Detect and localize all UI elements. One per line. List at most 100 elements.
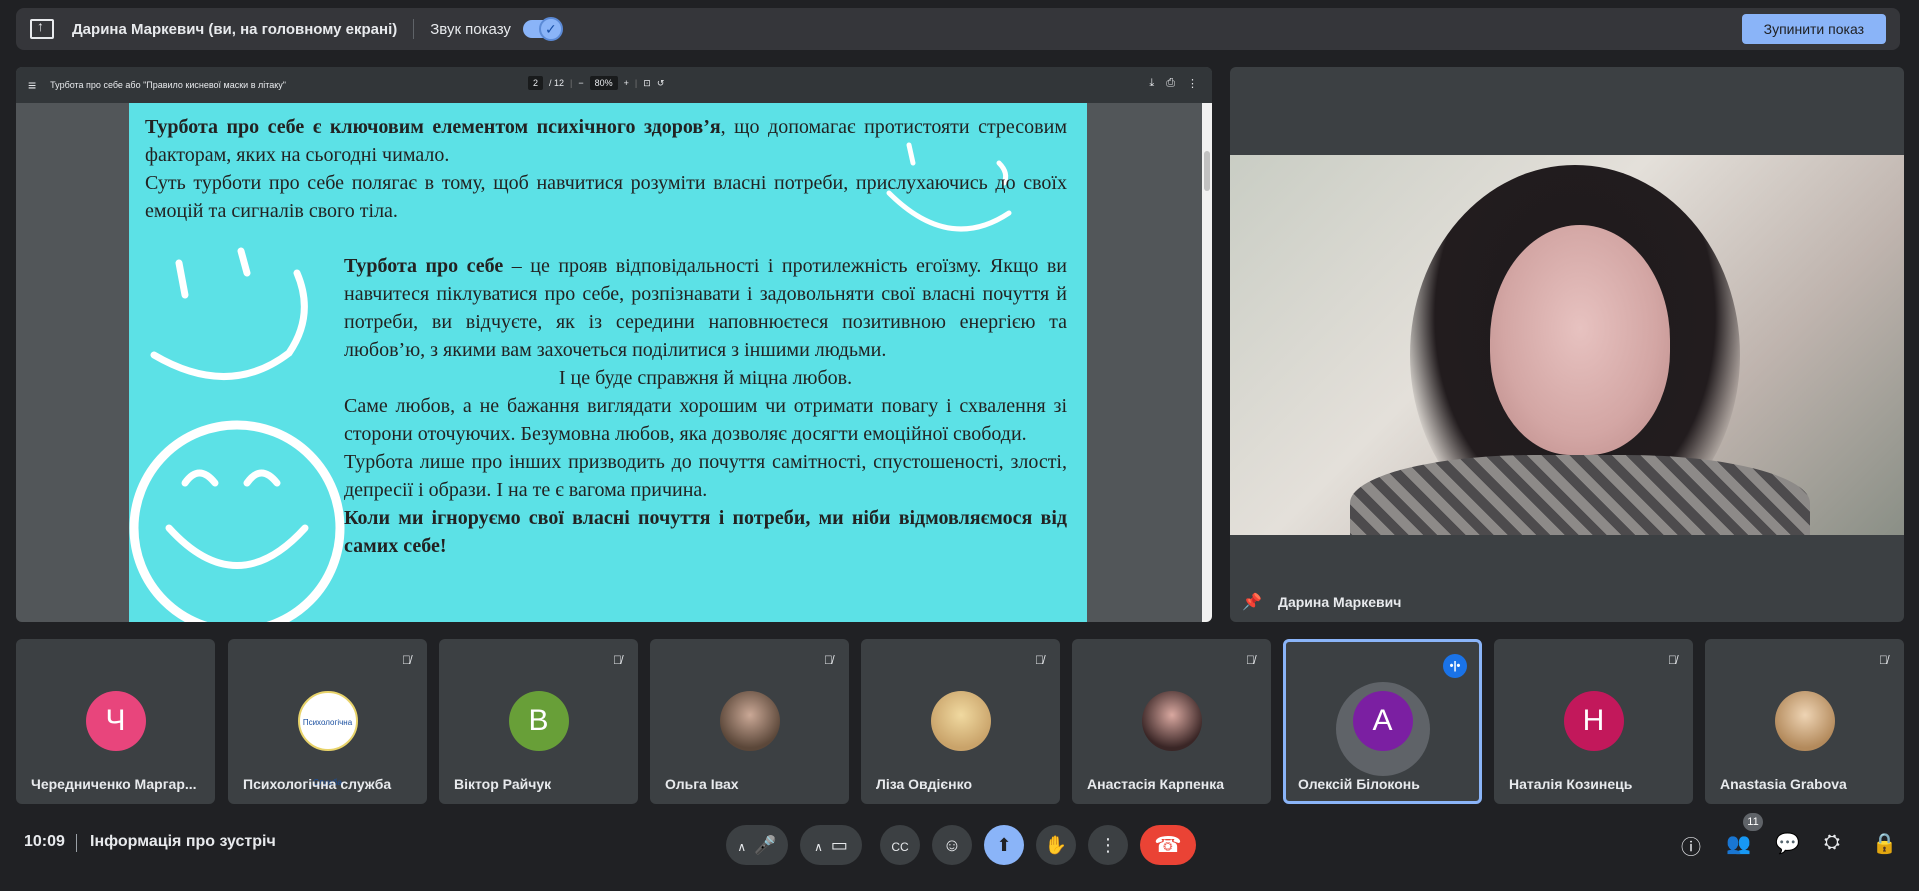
paragraph-3: Турбота про себе – це прояв відповідальн… <box>344 252 1067 364</box>
fit-page-icon[interactable]: ⊡ <box>643 78 651 89</box>
pin-icon[interactable]: 📌 <box>1242 592 1262 612</box>
video-shirt <box>1350 455 1810 535</box>
pdf-doc-title: Турбота про себе або "Правило кисневої м… <box>50 80 286 90</box>
mic-off-icon: 🎙̸ <box>1668 653 1677 667</box>
speaker-video <box>1230 155 1904 535</box>
smiley-bottom-eye <box>243 469 281 487</box>
bottom-control-bar: 10:09 Інформація про зустріч ∧ 🎤 ∧ ▭ CC ☺ … <box>0 815 1919 873</box>
captions-button[interactable]: CC <box>880 825 920 865</box>
stop-presenting-button[interactable]: Зупинити показ <box>1741 14 1886 44</box>
participant-name: Анастасія Карпенка <box>1087 776 1225 792</box>
sound-toggle[interactable]: ✓ <box>522 17 563 41</box>
more-options-button[interactable]: ⋮ <box>1088 825 1128 865</box>
paragraph-5: Турбота лише про інших призводить до поч… <box>344 451 1067 501</box>
info-icon[interactable]: ⓘ <box>1681 831 1701 860</box>
microphone-icon: 🎤 <box>754 835 777 855</box>
chevron-up-icon[interactable]: ∧ <box>814 840 823 854</box>
pdf-viewer: ≡ Турбота про себе або "Правило кисневої… <box>16 67 1212 622</box>
page-number-input[interactable]: 2 <box>528 76 544 90</box>
sound-label: Звук показу <box>430 20 511 38</box>
participant-tile[interactable]: 🎙̸ Ольга Івах <box>650 639 849 804</box>
camera-icon: ▭ <box>830 835 848 855</box>
smiley-left-eye <box>237 247 251 277</box>
camera-button[interactable]: ∧ ▭ <box>800 825 862 865</box>
mic-off-icon: 🎙̸ <box>1246 653 1255 667</box>
participant-name: Anastasia Grabova <box>1720 776 1847 792</box>
presenter-title: Дарина Маркевич (ви, на головному екрані… <box>72 20 398 38</box>
speaking-indicator-icon: •|• <box>1443 654 1467 678</box>
more-vert-icon: ⋮ <box>1099 835 1117 855</box>
avatar: Ч <box>85 691 146 751</box>
paragraph-1-bold: Турбота про себе є ключовим елементом пс… <box>145 116 721 138</box>
smiley-bottom-mouth <box>165 524 309 569</box>
more-options-icon[interactable]: ⋮ <box>1187 77 1198 90</box>
participant-tile[interactable]: 🎙̸ В Віктор Райчук <box>439 639 638 804</box>
avatar: В <box>508 691 569 751</box>
pdf-text-top: Турбота про себе є ключовим елементом пс… <box>145 113 1067 225</box>
participant-name: Олексій Білоконь <box>1298 776 1420 792</box>
participant-name: Чередниченко Маргар... <box>31 776 197 792</box>
paragraph-6: Коли ми ігноруємо свої власні почуття і … <box>344 504 1067 560</box>
chevron-up-icon[interactable]: ∧ <box>737 840 746 854</box>
paragraph-4: Саме любов, а не бажання виглядати хорош… <box>344 395 1067 445</box>
mic-off-icon: 🎙̸ <box>1879 653 1888 667</box>
participant-strip: Ч Чередниченко Маргар... 🎙̸ Психологічна… <box>16 639 1904 804</box>
participant-name: Ліза Овдієнко <box>876 776 972 792</box>
center-line: І це буде справжня й міцна любов. <box>558 367 853 389</box>
paragraph-3-bold: Турбота про себе <box>344 255 504 277</box>
smiley-bottom-face <box>129 420 345 622</box>
zoom-level-input[interactable]: 80% <box>589 76 618 90</box>
participant-name: Віктор Райчук <box>454 776 552 792</box>
print-icon[interactable]: ⎙ <box>1166 77 1175 90</box>
page-total: / 12 <box>549 78 565 88</box>
participant-tile-active-speaker[interactable]: •|• А Олексій Білоконь <box>1283 639 1482 804</box>
participant-name: Наталія Козинець <box>1509 776 1633 792</box>
speaker-tile[interactable]: 📌 Дарина Маркевич <box>1230 67 1904 622</box>
pdf-page: Турбота про себе є ключовим елементом пс… <box>129 103 1087 622</box>
divider <box>413 19 415 39</box>
scrollbar-thumb[interactable] <box>1204 151 1210 191</box>
pdf-text-body: Турбота про себе – це прояв відповідальн… <box>344 252 1067 560</box>
present-now-button[interactable]: ⬆ <box>984 825 1024 865</box>
participant-tile[interactable]: 🎙̸ Ліза Овдієнко <box>861 639 1060 804</box>
host-controls-icon[interactable]: 🔒 <box>1872 831 1897 856</box>
zoom-out-icon[interactable]: − <box>578 78 583 88</box>
emoji-icon: ☺ <box>942 835 962 855</box>
participant-tile[interactable]: 🎙̸ Анастасія Карпенка <box>1072 639 1271 804</box>
leave-call-button[interactable]: ☎ <box>1140 825 1196 865</box>
smiley-left-mouth <box>150 269 308 380</box>
chat-icon[interactable]: 💬 <box>1775 831 1800 856</box>
menu-icon[interactable]: ≡ <box>28 77 36 93</box>
mic-off-icon: 🎙̸ <box>824 653 833 667</box>
download-icon[interactable]: ⤓ <box>1149 77 1154 90</box>
avatar <box>1141 691 1202 751</box>
avatar <box>1774 691 1835 751</box>
present-screen-icon: ⬆ <box>996 835 1012 855</box>
microphone-button[interactable]: ∧ 🎤 <box>726 825 788 865</box>
hand-icon: ✋ <box>1044 835 1068 855</box>
pdf-scrollbar[interactable] <box>1202 103 1212 622</box>
pdf-toolbar: ≡ Турбота про себе або "Правило кисневої… <box>16 67 1212 103</box>
mic-off-icon: 🎙̸ <box>613 653 622 667</box>
avatar: А <box>1352 691 1413 751</box>
meeting-info-link[interactable]: Інформація про зустріч <box>90 833 276 851</box>
pdf-page-controls: 2 / 12 | − 80% + | ⊡ ↺ <box>528 76 664 90</box>
paragraph-1: Турбота про себе є ключовим елементом пс… <box>145 113 1067 169</box>
speaker-name: Дарина Маркевич <box>1278 594 1402 610</box>
activities-icon[interactable]: ⛭ <box>1824 831 1840 854</box>
participant-name: Психологічна служба <box>243 776 392 792</box>
presenting-bar: Дарина Маркевич (ви, на головному екрані… <box>16 8 1900 50</box>
people-icon[interactable]: 👥 <box>1726 831 1751 856</box>
participant-tile[interactable]: 🎙̸ Психологічна Служба Психологічна служ… <box>228 639 427 804</box>
rotate-icon[interactable]: ↺ <box>657 78 665 89</box>
divider: | <box>634 78 638 88</box>
video-face <box>1490 225 1670 455</box>
participant-name: Ольга Івах <box>665 776 739 792</box>
zoom-in-icon[interactable]: + <box>624 78 629 88</box>
participant-tile[interactable]: 🎙̸ Н Наталія Козинець <box>1494 639 1693 804</box>
raise-hand-button[interactable]: ✋ <box>1036 825 1076 865</box>
smiley-bottom-eye <box>181 469 219 487</box>
participant-tile[interactable]: 🎙̸ Anastasia Grabova <box>1705 639 1904 804</box>
reactions-button[interactable]: ☺ <box>932 825 972 865</box>
participant-tile[interactable]: Ч Чередниченко Маргар... <box>16 639 215 804</box>
